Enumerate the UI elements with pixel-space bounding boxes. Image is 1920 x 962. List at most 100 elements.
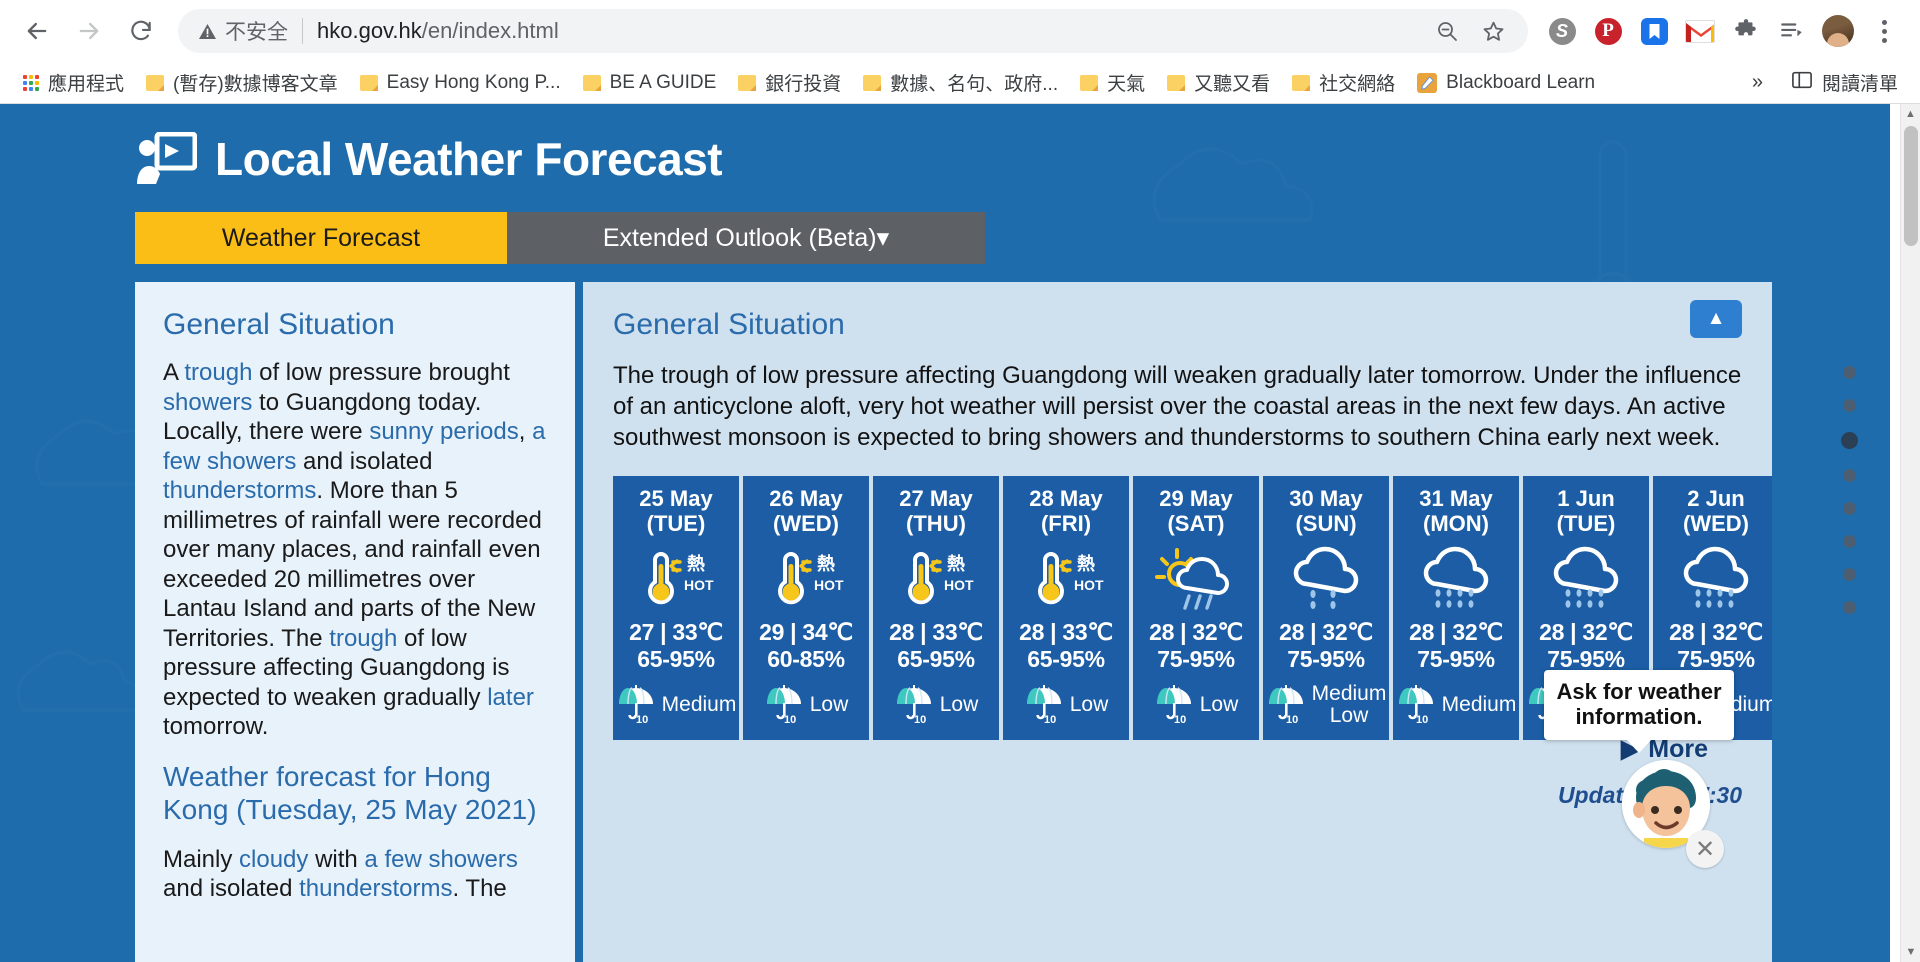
extensions-puzzle-icon[interactable] — [1724, 9, 1768, 53]
bookmark-item-4[interactable]: 數據、名句、政府... — [854, 65, 1067, 100]
bookmark-manager-icon[interactable] — [1632, 9, 1676, 53]
svg-text:熱: 熱 — [687, 553, 705, 575]
forecast-date: 29 May (SAT) — [1159, 486, 1232, 537]
hot-thermometer-icon: 熱 HOT — [747, 543, 865, 615]
bookmark-apps[interactable]: 應用程式 — [14, 65, 133, 100]
svg-text:10: 10 — [784, 714, 796, 723]
pinterest-icon[interactable]: P — [1586, 9, 1630, 53]
url-path: /en/index.html — [421, 18, 559, 43]
scroll-up-button[interactable]: ▲ — [1690, 300, 1742, 338]
inline-link[interactable]: later — [487, 684, 534, 711]
scrollbar-up-arrow[interactable]: ▲ — [1901, 104, 1920, 124]
reload-button[interactable] — [118, 8, 164, 54]
forecast-date-text: 1 Jun — [1557, 485, 1615, 511]
forecast-temperature: 28 | 32℃ — [1539, 618, 1633, 645]
inline-link[interactable]: trough — [184, 359, 252, 386]
address-bar[interactable]: 不安全 hko.gov.hk/en/index.html — [178, 9, 1528, 53]
dot-1[interactable] — [1843, 366, 1856, 379]
bookmark-item-3[interactable]: 銀行投資 — [729, 65, 850, 100]
dot-4[interactable] — [1843, 469, 1856, 482]
forecast-card[interactable]: 29 May (SAT) 28 | 32℃ 75-95% 10 Low — [1133, 475, 1259, 740]
bookmark-item-0[interactable]: (暫存)數據博客文章 — [137, 65, 347, 100]
forecast-date-text: 31 May — [1419, 485, 1493, 511]
inline-link[interactable]: cloudy — [239, 846, 308, 873]
scrollbar-thumb[interactable] — [1904, 126, 1918, 246]
forecast-psr: 10 Low — [1007, 683, 1125, 728]
forecast-card[interactable]: 27 May (THU) 熱 HOT 28 | 33℃ 65-95% 10 Low — [873, 475, 999, 740]
scrollbar-down-arrow[interactable]: ▼ — [1901, 942, 1920, 962]
dot-6[interactable] — [1843, 535, 1856, 548]
psr-label: Low — [1199, 693, 1239, 717]
forecast-card[interactable]: 25 May (TUE) 熱 HOT 27 | 33℃ 65-95% 10 Mediu… — [613, 475, 739, 740]
psr-label: Low — [1069, 693, 1109, 717]
reading-list-icon[interactable] — [1770, 9, 1814, 53]
dot-3-active[interactable] — [1841, 432, 1858, 449]
dot-8[interactable] — [1843, 601, 1856, 614]
umbrella-icon: 10 — [1024, 683, 1064, 728]
insecure-label: 不安全 — [225, 21, 288, 44]
warning-triangle-icon — [198, 23, 217, 40]
dot-2[interactable] — [1843, 399, 1856, 412]
forecast-card[interactable]: 26 May (WED) 熱 HOT 29 | 34℃ 60-85% 10 Low — [743, 475, 869, 740]
star-icon[interactable] — [1472, 10, 1514, 52]
bookmark-item-8[interactable]: Blackboard Learn — [1408, 68, 1604, 98]
tab-extended-outlook[interactable]: Extended Outlook (Beta)▾ — [507, 212, 985, 264]
three-dots-icon[interactable] — [1862, 9, 1906, 53]
svg-text:10: 10 — [636, 714, 648, 723]
forecast-card[interactable]: 28 May (FRI) 熱 HOT 28 | 33℃ 65-95% 10 Low — [1003, 475, 1129, 740]
forecast-day-text: (THU) — [906, 511, 966, 537]
skype-icon[interactable]: S — [1540, 9, 1584, 53]
forward-button[interactable] — [66, 8, 112, 54]
inline-link[interactable]: thunderstorms — [299, 875, 452, 902]
forecast-day-text: (WED) — [773, 511, 839, 537]
tab-weather-forecast[interactable]: Weather Forecast — [135, 212, 507, 264]
zoom-out-icon[interactable] — [1426, 10, 1468, 52]
inline-link[interactable]: showers — [163, 389, 252, 416]
forecast-day-text: (WED) — [1683, 511, 1749, 537]
svg-text:HOT: HOT — [944, 577, 974, 593]
url-text: hko.gov.hk/en/index.html — [317, 18, 559, 44]
inline-link[interactable]: trough — [329, 625, 397, 652]
bookmark-item-7[interactable]: 社交網絡 — [1283, 65, 1404, 100]
avatar[interactable] — [1816, 9, 1860, 53]
umbrella-icon: 10 — [1396, 683, 1436, 728]
page-scrollbar[interactable]: ▲ ▼ — [1900, 104, 1920, 962]
bookmark-item-5[interactable]: 天氣 — [1071, 65, 1154, 100]
close-icon[interactable]: ✕ — [1686, 830, 1724, 868]
inline-text: Mainly — [163, 845, 240, 873]
bookmarks-overflow-button[interactable]: » — [1742, 71, 1773, 94]
bookmark-item-2[interactable]: BE A GUIDE — [574, 68, 726, 98]
security-indicator[interactable]: 不安全 — [198, 16, 288, 46]
apps-grid-icon — [23, 74, 39, 91]
inline-link[interactable]: a few showers — [364, 846, 517, 873]
forecast-psr: 10 Low — [747, 683, 865, 728]
bookmark-item-1[interactable]: Easy Hong Kong P... — [351, 68, 570, 98]
gmail-icon[interactable] — [1678, 9, 1722, 53]
forecast-temperature: 28 | 32℃ — [1149, 618, 1243, 645]
dot-7[interactable] — [1843, 568, 1856, 581]
inline-link[interactable]: sunny periods — [369, 418, 518, 445]
bookmark-label: Easy Hong Kong P... — [386, 71, 561, 93]
svg-text:10: 10 — [1416, 714, 1428, 723]
forecast-date-text: 29 May — [1159, 485, 1233, 511]
bookmark-item-6[interactable]: 又聽又看 — [1158, 65, 1279, 100]
left-panel: General Situation A trough of low pressu… — [135, 282, 575, 962]
bookmark-label: 社交網絡 — [1319, 74, 1396, 95]
back-button[interactable] — [14, 8, 60, 54]
forecast-date: 26 May (WED) — [769, 486, 842, 537]
reading-list-button[interactable]: 閱讀清單 — [1783, 65, 1906, 100]
psr-label: Low — [939, 693, 979, 717]
forecast-card[interactable]: 31 May (MON) 28 | 32℃ 75-95% 10 Medium — [1393, 475, 1519, 740]
content-area: General Situation A trough of low pressu… — [135, 282, 1772, 962]
svg-text:熱: 熱 — [947, 553, 965, 575]
psr-label: Medium — [1441, 693, 1517, 717]
inline-link[interactable]: thunderstorms — [163, 477, 316, 504]
dot-5[interactable] — [1843, 502, 1856, 515]
svg-text:HOT: HOT — [814, 577, 844, 593]
forecast-date-text: 25 May — [639, 485, 713, 511]
forecast-card[interactable]: 30 May (SUN) 28 | 32℃ 75-95% 10 Medium Low — [1263, 475, 1389, 740]
sun-cloud-rain-icon — [1137, 543, 1255, 615]
pencil-icon — [1417, 72, 1438, 93]
forecast-psr: 10 Medium — [617, 683, 736, 728]
section-dot-nav[interactable] — [1841, 366, 1858, 614]
